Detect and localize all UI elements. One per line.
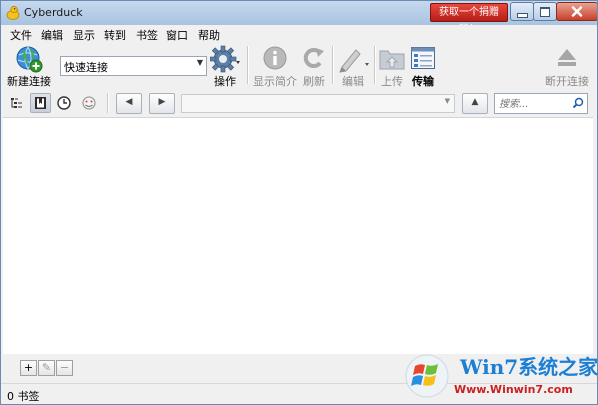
back-arrow-icon: ◀ — [125, 97, 133, 107]
globe-plus-icon — [16, 46, 43, 73]
info-icon — [263, 46, 287, 70]
toolbar-separator — [332, 46, 334, 84]
disconnect-label: 断开连接 — [545, 75, 589, 88]
menu-help[interactable]: 帮助 — [198, 27, 220, 43]
donate-button[interactable]: 获取一个捐赠码！ — [430, 3, 508, 35]
menu-bookmarks[interactable]: 书签 — [136, 27, 158, 43]
search-box — [494, 93, 588, 114]
forward-arrow-icon: ▶ — [158, 97, 166, 107]
quick-connect-combo[interactable]: 快速连接 ▼ — [60, 56, 207, 76]
menu-go[interactable]: 转到 — [104, 27, 126, 43]
edit-button[interactable]: 编辑 — [335, 42, 371, 89]
quick-connect-value: 快速连接 — [64, 61, 108, 74]
maximize-icon — [540, 7, 550, 17]
new-connection-button[interactable]: 新建连接 — [5, 42, 53, 89]
toolbar-separator — [247, 46, 249, 84]
bookmark-book-icon — [35, 97, 46, 109]
menu-window[interactable]: 窗口 — [166, 27, 188, 43]
bonjour-icon[interactable] — [81, 95, 97, 111]
minimize-icon — [517, 13, 528, 18]
menu-file[interactable]: 文件 — [10, 27, 32, 43]
action-label: 操作 — [214, 75, 236, 88]
toolbar-separator — [374, 46, 376, 84]
browser-view-icon[interactable] — [9, 95, 25, 111]
back-button[interactable]: ◀ — [116, 93, 142, 114]
maximize-button[interactable] — [533, 2, 557, 21]
nav-separator — [107, 93, 109, 113]
search-icon — [572, 97, 584, 109]
gear-icon — [210, 45, 240, 73]
delete-bookmark-button[interactable]: − — [56, 360, 73, 376]
close-icon — [571, 6, 583, 17]
transfers-button[interactable]: 传输 — [408, 42, 438, 89]
upload-folder-icon — [379, 50, 405, 70]
refresh-icon — [303, 48, 324, 68]
upload-label: 上传 — [381, 75, 403, 88]
history-clock-icon[interactable] — [56, 95, 72, 111]
upload-button[interactable]: 上传 — [377, 42, 407, 89]
watermark-url: Www.Winwin7.com — [454, 383, 573, 396]
eject-icon — [558, 49, 576, 66]
up-arrow-icon: ▲ — [471, 97, 479, 107]
bookmarks-view-button[interactable] — [30, 93, 51, 113]
cyberduck-logo-icon — [6, 5, 20, 20]
refresh-button[interactable]: 刷新 — [299, 42, 329, 89]
close-button[interactable] — [556, 2, 597, 21]
forward-button[interactable]: ▶ — [149, 93, 175, 114]
add-bookmark-button[interactable]: + — [20, 360, 37, 376]
toolbar: 新建连接 快速连接 ▼ 操作 显示简介 刷新 编辑 上传 传输 断开连接 — [1, 42, 597, 89]
windows-logo-icon — [405, 354, 449, 398]
minimize-button[interactable] — [510, 2, 534, 21]
transfers-label: 传输 — [412, 75, 434, 88]
parent-directory-button[interactable]: ▲ — [462, 93, 488, 114]
menu-edit[interactable]: 编辑 — [41, 27, 63, 43]
refresh-label: 刷新 — [303, 75, 325, 88]
title-bar[interactable]: Cyberduck 获取一个捐赠码！ — [1, 1, 597, 35]
watermark-title: Win7系统之家 — [460, 355, 598, 379]
edit-bookmark-button[interactable]: ✎ — [38, 360, 55, 376]
menu-bar: 文件 编辑 显示 转到 书签 窗口 帮助 — [1, 25, 597, 42]
menu-view[interactable]: 显示 — [73, 27, 95, 43]
app-window: Cyberduck 获取一个捐赠码！ 文件 编辑 显示 转到 书签 窗口 帮助 — [0, 0, 598, 405]
disconnect-button[interactable]: 断开连接 — [544, 42, 590, 89]
path-combo[interactable]: ▼ — [181, 94, 455, 113]
chevron-down-icon: ▼ — [444, 97, 450, 105]
watermark: Win7系统之家 Www.Winwin7.com — [402, 349, 598, 403]
info-button[interactable]: 显示简介 — [252, 42, 298, 89]
search-input[interactable] — [497, 96, 573, 112]
edit-label: 编辑 — [342, 75, 364, 88]
chevron-down-icon: ▼ — [196, 58, 203, 67]
info-label: 显示简介 — [253, 75, 297, 88]
pencil-icon — [339, 49, 369, 73]
bookmark-count: 0 书签 — [7, 390, 40, 403]
new-connection-label: 新建连接 — [7, 75, 51, 88]
transfers-window-icon — [411, 47, 435, 69]
bookmark-list[interactable] — [3, 117, 593, 354]
window-title: Cyberduck — [24, 6, 83, 19]
action-button[interactable]: 操作 — [208, 42, 242, 89]
navigation-bar: ◀ ▶ ▼ ▲ — [1, 89, 597, 117]
